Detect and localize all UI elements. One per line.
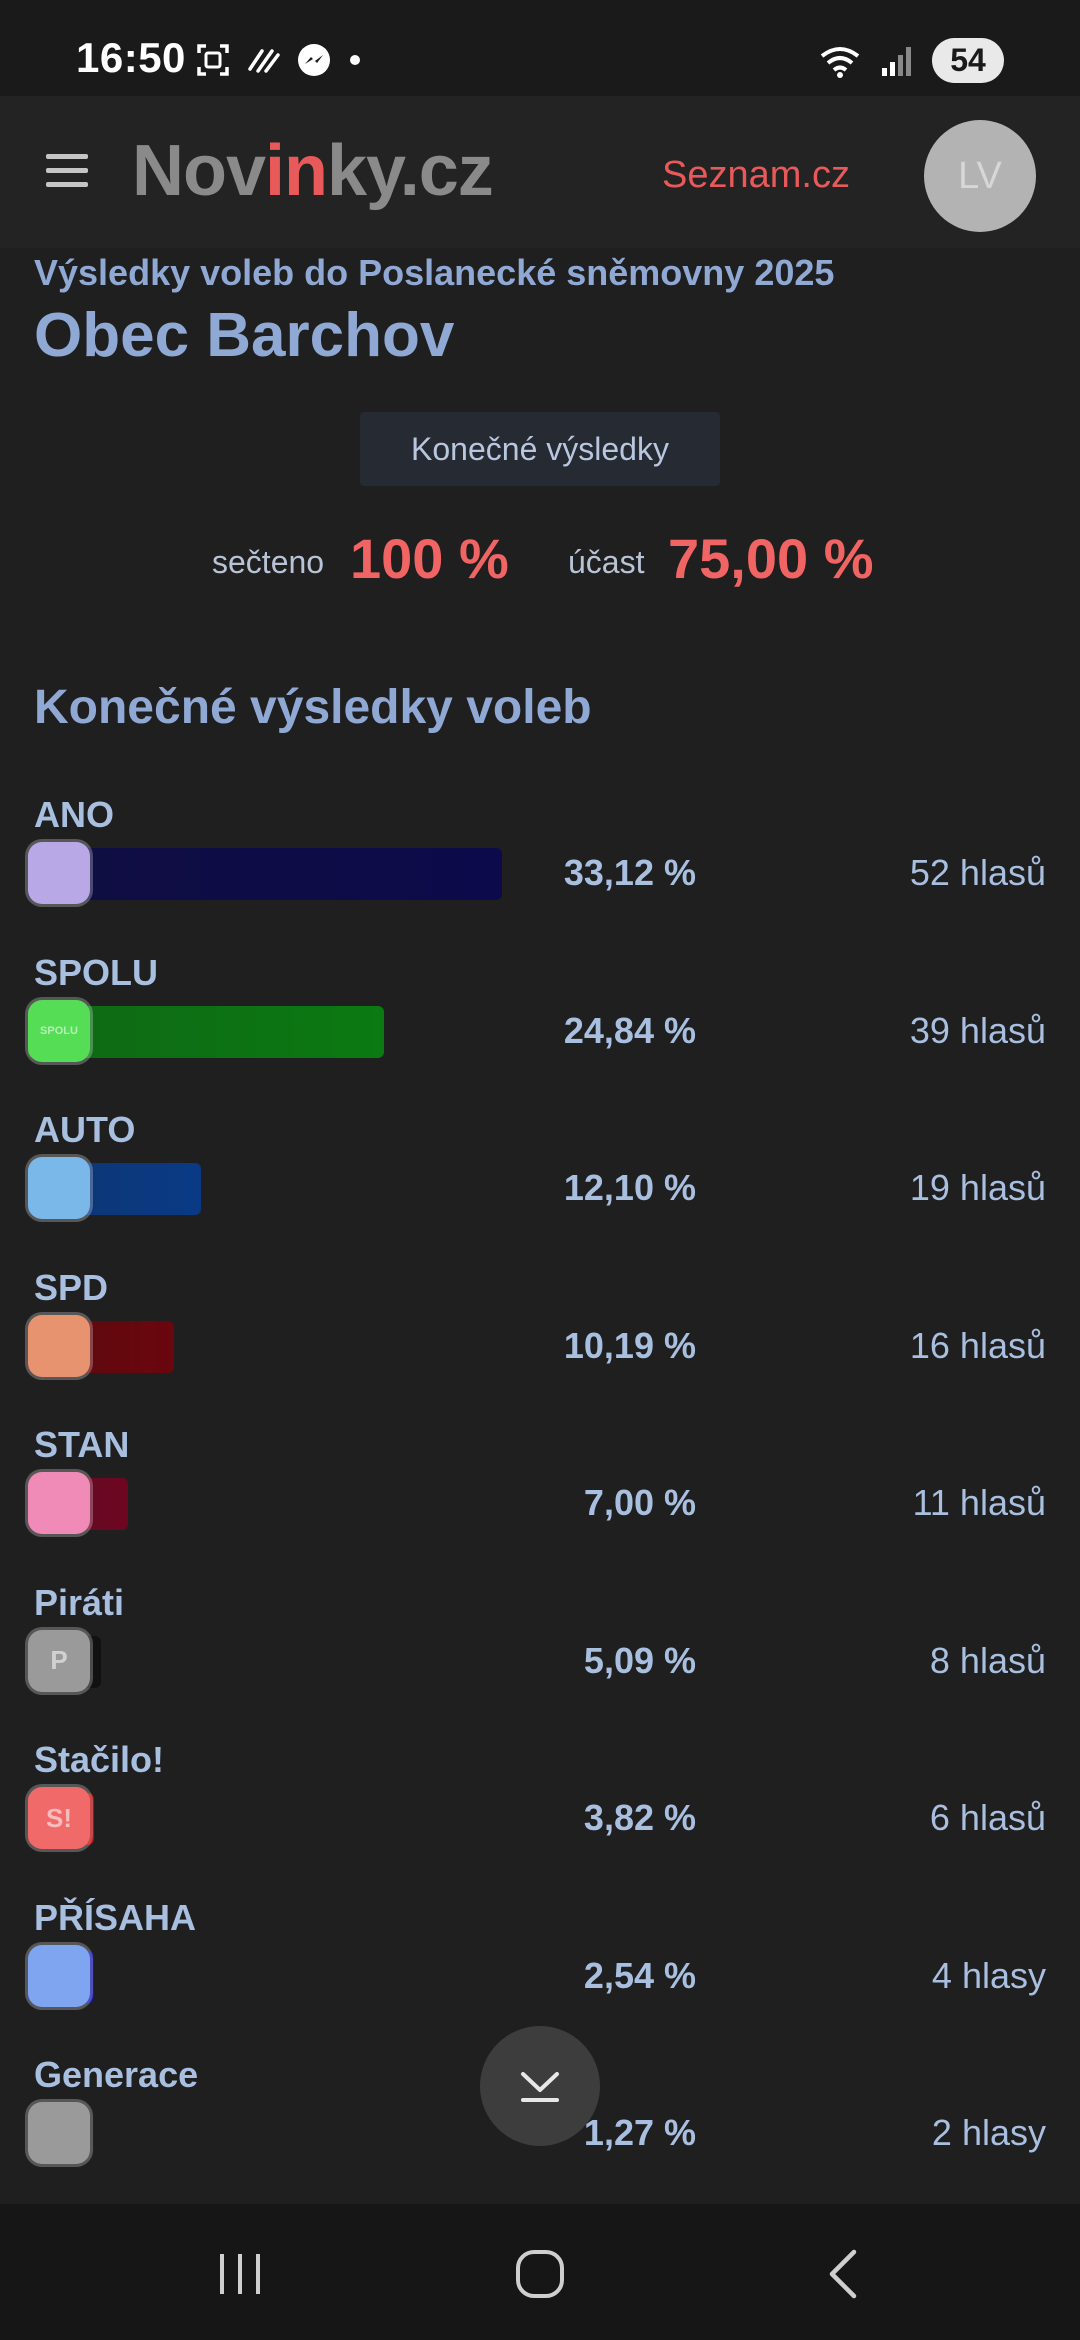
chevron-down-icon xyxy=(521,2072,559,2102)
party-percent: 5,09 % xyxy=(583,1639,696,1681)
party-row[interactable]: Stačilo! S! 3,82 % 6 hlasů xyxy=(0,1735,1080,1893)
logo-prefix: Nov xyxy=(132,131,266,211)
wifi-calling-icon xyxy=(248,49,280,73)
party-row[interactable]: SPD 10,19 % 16 hlasů xyxy=(0,1263,1080,1421)
party-votes: 39 hlasů xyxy=(909,1009,1046,1051)
status-time: 16:50 xyxy=(76,34,186,81)
party-bar xyxy=(28,848,502,900)
dot-icon xyxy=(350,55,360,65)
party-logo-icon: S! xyxy=(28,1787,90,1849)
status-icons-right: 54 xyxy=(818,38,1004,83)
party-logo-icon: P xyxy=(28,1629,90,1692)
results-list: ANO 33,12 % 52 hlasů SPOLU SPOLU 24,84 % 39 hl… xyxy=(0,790,1080,2208)
page-title: Obec Barchov xyxy=(34,301,455,370)
party-name: Stačilo! xyxy=(34,1739,165,1780)
back-icon[interactable] xyxy=(814,2246,874,2302)
party-percent: 1,27 % xyxy=(583,2112,696,2153)
turnout-value: 75,00 % xyxy=(668,527,874,590)
party-name: Generace xyxy=(34,2054,199,2095)
party-logo-icon xyxy=(28,1157,90,1219)
party-votes: 2 hlasy xyxy=(931,2112,1046,2153)
counted-label: sečteno xyxy=(212,544,325,580)
status-bar: 16:50 54 xyxy=(0,0,1080,96)
party-logo-icon xyxy=(28,1314,90,1377)
party-name: SPD xyxy=(34,1266,109,1308)
logo-suffix: ky.cz xyxy=(327,131,494,211)
party-row[interactable]: AUTO 12,10 % 19 hlasů xyxy=(0,1105,1080,1263)
party-percent: 33,12 % xyxy=(563,852,696,893)
home-icon[interactable] xyxy=(510,2246,570,2302)
signal-icon xyxy=(882,46,911,76)
novinky-logo[interactable]: Novinky.cz xyxy=(132,130,494,212)
section-heading: Konečné výsledky voleb xyxy=(34,681,592,734)
counted-value: 100 % xyxy=(350,527,509,590)
party-name: AUTO xyxy=(34,1109,136,1150)
party-name: SPOLU xyxy=(34,951,159,993)
stats-summary: sečteno 100 % účast 75,00 % xyxy=(0,520,1080,600)
party-percent: 2,54 % xyxy=(583,1954,696,1996)
party-percent: 7,00 % xyxy=(583,1482,696,1523)
logo-accent: in xyxy=(265,131,328,211)
party-name: PŘÍSAHA xyxy=(34,1896,197,1938)
battery-indicator: 54 xyxy=(932,38,1004,83)
election-subtitle: Výsledky voleb do Poslanecké sněmovny 20… xyxy=(34,252,835,293)
party-votes: 19 hlasů xyxy=(909,1167,1046,1208)
party-name: STAN xyxy=(34,1424,130,1465)
menu-icon[interactable] xyxy=(46,154,88,188)
recent-apps-icon[interactable] xyxy=(210,2246,270,2302)
party-logo-icon: SPOLU xyxy=(28,999,90,1062)
party-logo-icon xyxy=(28,842,90,904)
party-name: Piráti xyxy=(34,1581,125,1623)
party-name: ANO xyxy=(34,794,114,835)
party-logo-icon xyxy=(28,2102,90,2164)
party-logo-icon xyxy=(28,1944,90,2007)
party-votes: 6 hlasů xyxy=(929,1797,1046,1838)
avatar[interactable]: LV xyxy=(924,120,1036,232)
seznam-link[interactable]: Seznam.cz xyxy=(662,154,850,197)
system-nav-bar xyxy=(0,2204,1080,2340)
turnout-label: účast xyxy=(568,544,645,580)
party-row[interactable]: STAN 7,00 % 11 hlasů xyxy=(0,1420,1080,1578)
party-votes: 11 hlasů xyxy=(912,1482,1046,1523)
party-percent: 12,10 % xyxy=(563,1167,696,1208)
party-logo-icon xyxy=(28,1472,90,1534)
messenger-icon xyxy=(298,44,330,76)
status-icons-left xyxy=(196,42,362,78)
party-votes: 16 hlasů xyxy=(909,1324,1046,1366)
screenshot-icon xyxy=(197,44,229,76)
party-votes: 4 hlasy xyxy=(931,1954,1046,1996)
final-results-chip: Konečné výsledky xyxy=(360,412,720,486)
wifi-icon xyxy=(820,46,860,78)
party-votes: 8 hlasů xyxy=(929,1639,1046,1681)
scroll-down-button[interactable] xyxy=(480,2026,600,2146)
app-header: Novinky.cz Seznam.cz LV xyxy=(0,96,1080,248)
party-percent: 3,82 % xyxy=(583,1797,696,1838)
party-percent: 10,19 % xyxy=(563,1324,696,1366)
party-votes: 52 hlasů xyxy=(909,852,1046,893)
party-percent: 24,84 % xyxy=(563,1009,696,1051)
party-row[interactable]: ANO 33,12 % 52 hlasů xyxy=(0,790,1080,948)
party-row[interactable]: Piráti P 5,09 % 8 hlasů xyxy=(0,1578,1080,1736)
party-row[interactable]: SPOLU SPOLU 24,84 % 39 hlasů xyxy=(0,948,1080,1106)
